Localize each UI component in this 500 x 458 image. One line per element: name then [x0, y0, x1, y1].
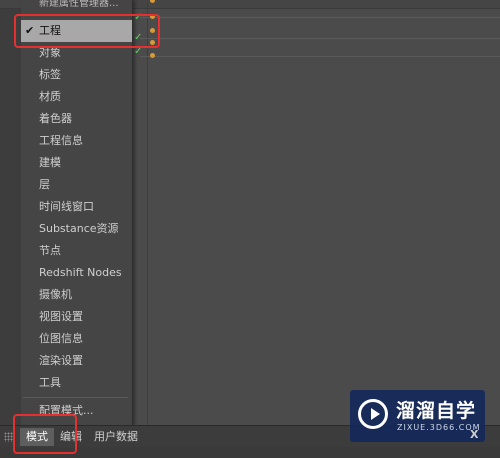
highlight-box-mode-tab [13, 414, 77, 454]
highlight-box-project [14, 14, 160, 48]
row-line [140, 17, 500, 18]
menu-item-node[interactable]: 节点 [21, 240, 132, 262]
row-line [140, 56, 500, 57]
mode-dropdown-menu: 新建属性管理器... ✔ 工程 对象 标签 材质 着色器 工程信息 建模 层 时… [21, 0, 133, 425]
menu-item-render-settings[interactable]: 渲染设置 [21, 350, 132, 372]
left-gutter [0, 0, 22, 425]
menu-item-timeline[interactable]: 时间线窗口 [21, 196, 132, 218]
menu-item-view-settings[interactable]: 视图设置 [21, 306, 132, 328]
menu-item-shader[interactable]: 着色器 [21, 108, 132, 130]
close-icon[interactable]: X [470, 428, 478, 441]
menu-item-modeling[interactable]: 建模 [21, 152, 132, 174]
menu-item-material[interactable]: 材质 [21, 86, 132, 108]
play-icon [358, 399, 388, 429]
menu-separator [23, 397, 128, 398]
column-divider [147, 0, 148, 425]
menu-item-new-attribute-manager[interactable]: 新建属性管理器... [21, 0, 132, 9]
menu-item-redshift-nodes[interactable]: Redshift Nodes [21, 262, 132, 284]
row-line [140, 38, 500, 39]
menu-item-substance[interactable]: Substance资源 [21, 218, 132, 240]
menu-item-tools[interactable]: 工具 [21, 372, 132, 394]
menu-item-camera[interactable]: 摄像机 [21, 284, 132, 306]
menu-item-tag[interactable]: 标签 [21, 64, 132, 86]
material-dot-icon[interactable] [150, 53, 155, 58]
tab-user-data[interactable]: 用户数据 [88, 428, 144, 446]
menu-item-layer[interactable]: 层 [21, 174, 132, 196]
watermark-logo: 溜溜自学 ZIXUE.3D66.COM [350, 390, 485, 442]
material-dot-icon[interactable] [150, 0, 155, 3]
menu-item-project-info[interactable]: 工程信息 [21, 130, 132, 152]
menu-item-bitmap-info[interactable]: 位图信息 [21, 328, 132, 350]
object-tree-strip: ✓ ✓ ✓ [134, 0, 500, 60]
